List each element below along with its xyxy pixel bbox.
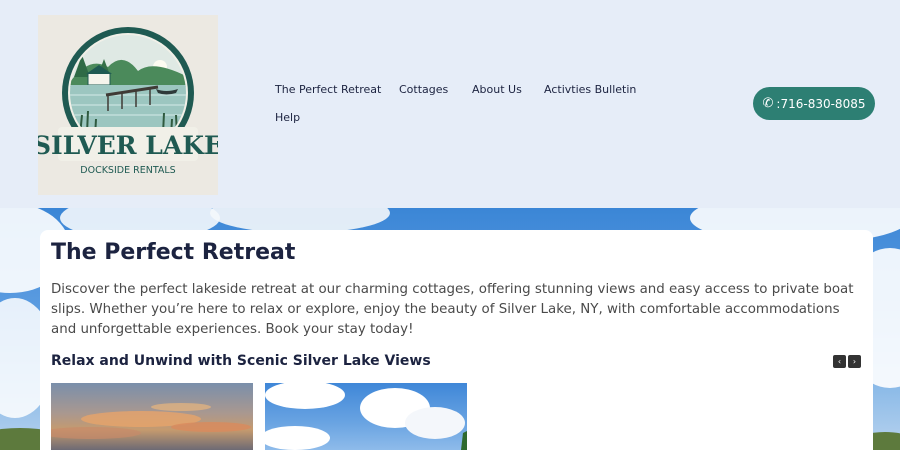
- logo-tagline: DOCKSIDE RENTALS: [80, 165, 175, 176]
- clouds-photo: [265, 383, 467, 450]
- site-logo[interactable]: SILVER LAKE DOCKSIDE RENTALS: [38, 15, 218, 195]
- nav-item-perfect-retreat[interactable]: The Perfect Retreat: [275, 83, 381, 96]
- site-header: SILVER LAKE DOCKSIDE RENTALS The Perfect…: [0, 0, 900, 208]
- logo-name: SILVER LAKE: [38, 131, 218, 160]
- nav-item-about-us[interactable]: About Us: [472, 83, 522, 96]
- nav-item-activities-bulletin[interactable]: Activties Bulletin: [544, 83, 636, 96]
- nav-item-help[interactable]: Help: [275, 111, 300, 124]
- chevron-left-icon[interactable]: ‹: [833, 355, 846, 368]
- gallery-photo-sunset[interactable]: [51, 383, 253, 450]
- silver-lake-logo-icon: SILVER LAKE DOCKSIDE RENTALS: [38, 15, 218, 195]
- phone-icon: ✆: [762, 96, 774, 111]
- nav-item-cottages[interactable]: Cottages: [399, 83, 448, 96]
- sunset-photo: [51, 403, 251, 439]
- page-description: Discover the perfect lakeside retreat at…: [51, 282, 854, 337]
- chevron-right-icon[interactable]: ›: [848, 355, 861, 368]
- page-title: The Perfect Retreat: [51, 240, 296, 265]
- phone-number: :716-830-8085: [776, 96, 866, 111]
- gallery-photo-clouds[interactable]: [265, 383, 467, 450]
- gallery-title: Relax and Unwind with Scenic Silver Lake…: [51, 353, 431, 369]
- phone-button[interactable]: ✆ :716-830-8085: [753, 87, 875, 120]
